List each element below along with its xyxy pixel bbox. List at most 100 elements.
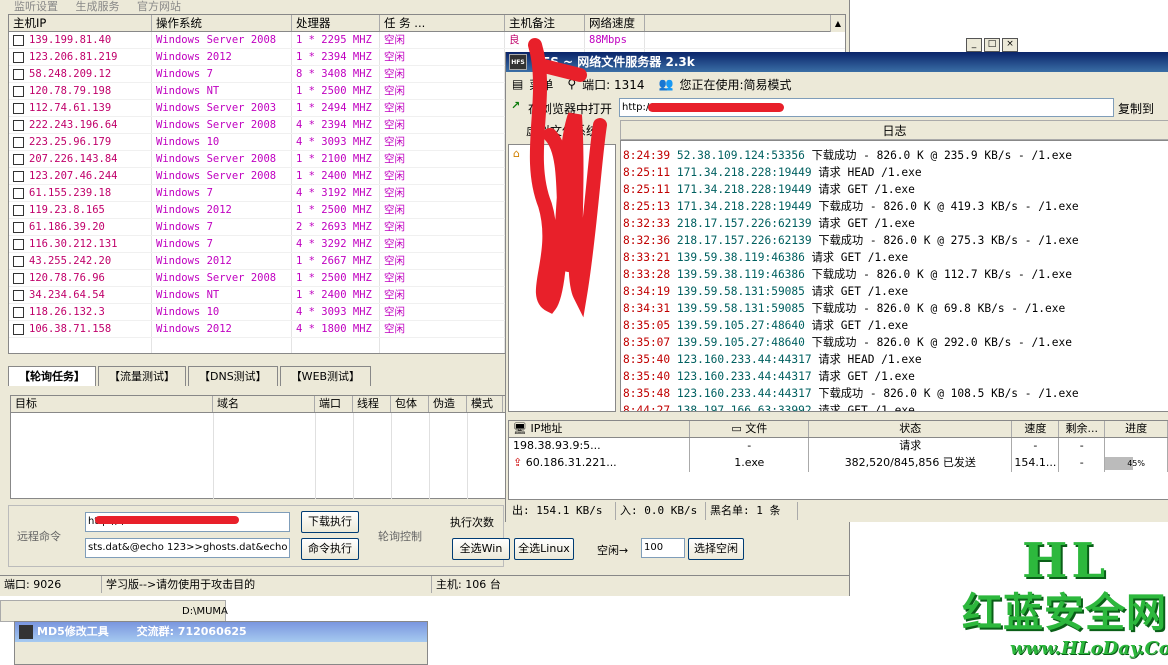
hfs-mode-button[interactable]: 您正在使用:简易模式 xyxy=(680,76,792,93)
host-checkbox[interactable] xyxy=(13,153,24,165)
connection-row[interactable]: ⇪ 60.186.31.221... 1.exe 382,520/845,856 已… xyxy=(509,455,1168,472)
col-cpu[interactable]: 处理器 xyxy=(292,15,380,31)
host-ip-text: 207.226.143.84 xyxy=(29,152,118,165)
log-time: 8:35:40 xyxy=(623,370,671,383)
tab-dns-test[interactable]: 【DNS测试】 xyxy=(188,366,278,386)
conn-ip: ⇪ 60.186.31.221... xyxy=(509,455,691,472)
log-time: 8:35:40 xyxy=(623,353,671,366)
download-execute-button[interactable]: 下载执行 xyxy=(301,511,359,533)
log-time: 8:32:33 xyxy=(623,217,671,230)
host-task: 空闲 xyxy=(380,117,505,133)
col-os[interactable]: 操作系统 xyxy=(152,15,292,31)
host-checkbox[interactable] xyxy=(13,34,24,46)
log-entry: 8:34:31 139.59.58.131:59085 下载成功 - 826.0… xyxy=(621,300,1168,317)
col-speed[interactable]: 网络速度 xyxy=(585,15,645,31)
scroll-up-arrow-icon[interactable]: ▲ xyxy=(830,15,845,32)
host-checkbox[interactable] xyxy=(13,306,24,318)
host-checkbox[interactable] xyxy=(13,238,24,250)
host-checkbox[interactable] xyxy=(13,136,24,148)
host-checkbox[interactable] xyxy=(13,170,24,182)
task-table[interactable]: 目标 域名 端口 线程 包体 伪造 模式 xyxy=(10,395,506,499)
host-os: Windows 7 xyxy=(152,219,292,235)
connections-table[interactable]: 🖥 IP地址 ▭ 文件 状态 速度 剩余... 进度 198.38.93.9:5… xyxy=(508,420,1168,500)
col-threads[interactable]: 线程 xyxy=(353,396,391,412)
select-linux-button[interactable]: 全选Linux xyxy=(514,538,574,560)
open-browser-icon[interactable]: ↗ xyxy=(511,99,520,112)
col-domain[interactable]: 域名 xyxy=(213,396,315,412)
col-spoof[interactable]: 伪造 xyxy=(429,396,467,412)
tab-poll-task[interactable]: 【轮询任务】 xyxy=(8,366,96,386)
host-checkbox[interactable] xyxy=(13,51,24,63)
col-speed[interactable]: 速度 xyxy=(1012,421,1060,437)
select-idle-button[interactable]: 选择空闲 xyxy=(688,538,744,560)
log-time: 8:35:07 xyxy=(623,336,671,349)
col-progress[interactable]: 进度 xyxy=(1105,421,1168,437)
col-port[interactable]: 端口 xyxy=(315,396,353,412)
host-checkbox[interactable] xyxy=(13,119,24,131)
menu-listen-settings[interactable]: 监听设置 xyxy=(14,1,58,12)
col-note[interactable]: 主机备注 xyxy=(505,15,585,31)
log-list[interactable]: 8:24:39 52.38.109.124:53356 下载成功 - 826.0… xyxy=(620,140,1168,412)
tab-traffic-test[interactable]: 【流量测试】 xyxy=(98,366,186,386)
host-checkbox[interactable] xyxy=(13,68,24,80)
host-checkbox[interactable] xyxy=(13,272,24,284)
host-os: Windows Server 2008 xyxy=(152,151,292,167)
menu-generate-service[interactable]: 生成服务 xyxy=(76,1,120,12)
host-checkbox[interactable] xyxy=(13,204,24,216)
log-time: 8:35:05 xyxy=(623,319,671,332)
log-msg: 下载成功 - 826.0 K @ 69.8 KB/s - /1.exe xyxy=(811,302,1066,315)
col-remaining[interactable]: 剩余... xyxy=(1059,421,1106,437)
host-ip-text: 118.26.132.3 xyxy=(29,305,105,318)
log-time: 8:33:28 xyxy=(623,268,671,281)
host-checkbox[interactable] xyxy=(13,187,24,199)
col-target[interactable]: 目标 xyxy=(11,396,213,412)
log-time: 8:32:36 xyxy=(623,234,671,247)
col-ip-address[interactable]: 🖥 IP地址 xyxy=(509,421,691,437)
close-icon[interactable]: × xyxy=(1002,38,1018,52)
host-task: 空闲 xyxy=(380,83,505,99)
col-host-ip[interactable]: 主机IP xyxy=(9,15,152,31)
command-execute-button[interactable]: 命令执行 xyxy=(301,538,359,560)
log-entry: 8:32:36 218.17.157.226:62139 下载成功 - 826.… xyxy=(621,232,1168,249)
col-mode[interactable]: 模式 xyxy=(467,396,503,412)
log-entry: 8:24:39 52.38.109.124:53356 下载成功 - 826.0… xyxy=(621,147,1168,164)
host-task: 空闲 xyxy=(380,304,505,320)
home-icon[interactable]: ⌂ xyxy=(513,147,520,160)
table-row[interactable]: 139.199.81.40 Windows Server 2008 1 * 2295… xyxy=(9,32,845,49)
log-entry: 8:35:40 123.160.233.44:44317 请求 GET /1.e… xyxy=(621,368,1168,385)
select-win-button[interactable]: 全选Win xyxy=(452,538,510,560)
host-cpu: 4 * 3292 MHZ xyxy=(292,236,380,252)
idle-count-field[interactable]: 100 xyxy=(641,538,685,558)
copy-button[interactable]: 复制到 xyxy=(1118,100,1154,117)
host-os: Windows Server 2008 xyxy=(152,32,292,48)
log-entry: 8:25:11 171.34.218.228:19449 请求 HEAD /1.… xyxy=(621,164,1168,181)
host-ip: 123.207.46.244 xyxy=(9,168,152,184)
host-checkbox[interactable] xyxy=(13,323,24,335)
col-packet[interactable]: 包体 xyxy=(391,396,429,412)
host-os: Windows Server 2008 xyxy=(152,117,292,133)
col-file[interactable]: ▭ 文件 xyxy=(690,421,810,437)
host-task: 空闲 xyxy=(380,219,505,235)
conn-progress xyxy=(1105,438,1168,455)
minimize-icon[interactable]: _ xyxy=(966,38,982,52)
connection-row[interactable]: 198.38.93.9:5... - 请求 - - xyxy=(509,438,1168,455)
host-checkbox[interactable] xyxy=(13,289,24,301)
host-cpu: 8 * 3408 MHZ xyxy=(292,66,380,82)
command-field[interactable]: sts.dat&@echo 123>>ghosts.dat&echo xyxy=(85,538,290,558)
host-ip: 119.23.8.165 xyxy=(9,202,152,218)
tab-web-test[interactable]: 【WEB测试】 xyxy=(279,366,372,386)
col-task[interactable]: 任 务 ... xyxy=(380,15,505,31)
host-cpu: 1 * 2500 MHZ xyxy=(292,270,380,286)
maximize-icon[interactable]: □ xyxy=(984,38,1000,52)
host-ip-text: 223.25.96.179 xyxy=(29,135,112,148)
conn-status: 请求 xyxy=(809,438,1013,455)
idle-label: 空闲→ xyxy=(597,544,629,557)
host-checkbox[interactable] xyxy=(13,255,24,267)
host-checkbox[interactable] xyxy=(13,221,24,233)
host-checkbox[interactable] xyxy=(13,102,24,114)
col-status[interactable]: 状态 xyxy=(809,421,1013,437)
md5-title: MD5修改工具 xyxy=(37,625,109,638)
menu-official-site[interactable]: 官方网站 xyxy=(137,1,181,12)
host-checkbox[interactable] xyxy=(13,85,24,97)
host-os: Windows Server 2008 xyxy=(152,270,292,286)
